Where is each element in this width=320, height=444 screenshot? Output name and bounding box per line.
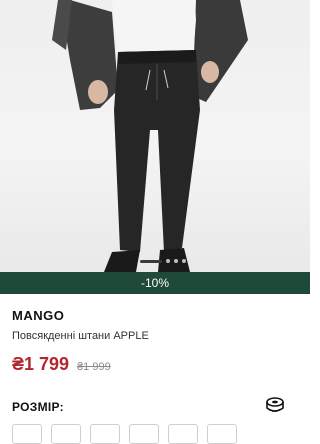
carousel-dots[interactable] — [140, 259, 186, 263]
model-photo — [52, 0, 248, 272]
carousel-dot-active[interactable] — [140, 259, 162, 263]
price-current: ₴1 799 — [12, 354, 70, 374]
carousel-dot[interactable] — [166, 259, 170, 263]
carousel-dot[interactable] — [174, 259, 178, 263]
price-row: ₴1 799 ₴1 999 — [12, 354, 111, 375]
product-title: Повсякденні штани APPLE — [12, 330, 149, 342]
size-option[interactable] — [129, 424, 159, 444]
brand-name[interactable]: MANGO — [12, 308, 64, 323]
size-option[interactable] — [51, 424, 81, 444]
product-image[interactable] — [0, 0, 310, 272]
size-option[interactable] — [207, 424, 237, 444]
price-old: ₴1 999 — [77, 361, 111, 373]
size-label: РОЗМІР: — [12, 400, 64, 414]
measuring-tape-icon[interactable] — [264, 396, 286, 414]
size-options — [12, 424, 237, 444]
carousel-dot[interactable] — [182, 259, 186, 263]
discount-text: -10% — [140, 276, 169, 290]
size-option[interactable] — [90, 424, 120, 444]
discount-badge: -10% — [0, 272, 310, 294]
size-option[interactable] — [12, 424, 42, 444]
size-option[interactable] — [168, 424, 198, 444]
